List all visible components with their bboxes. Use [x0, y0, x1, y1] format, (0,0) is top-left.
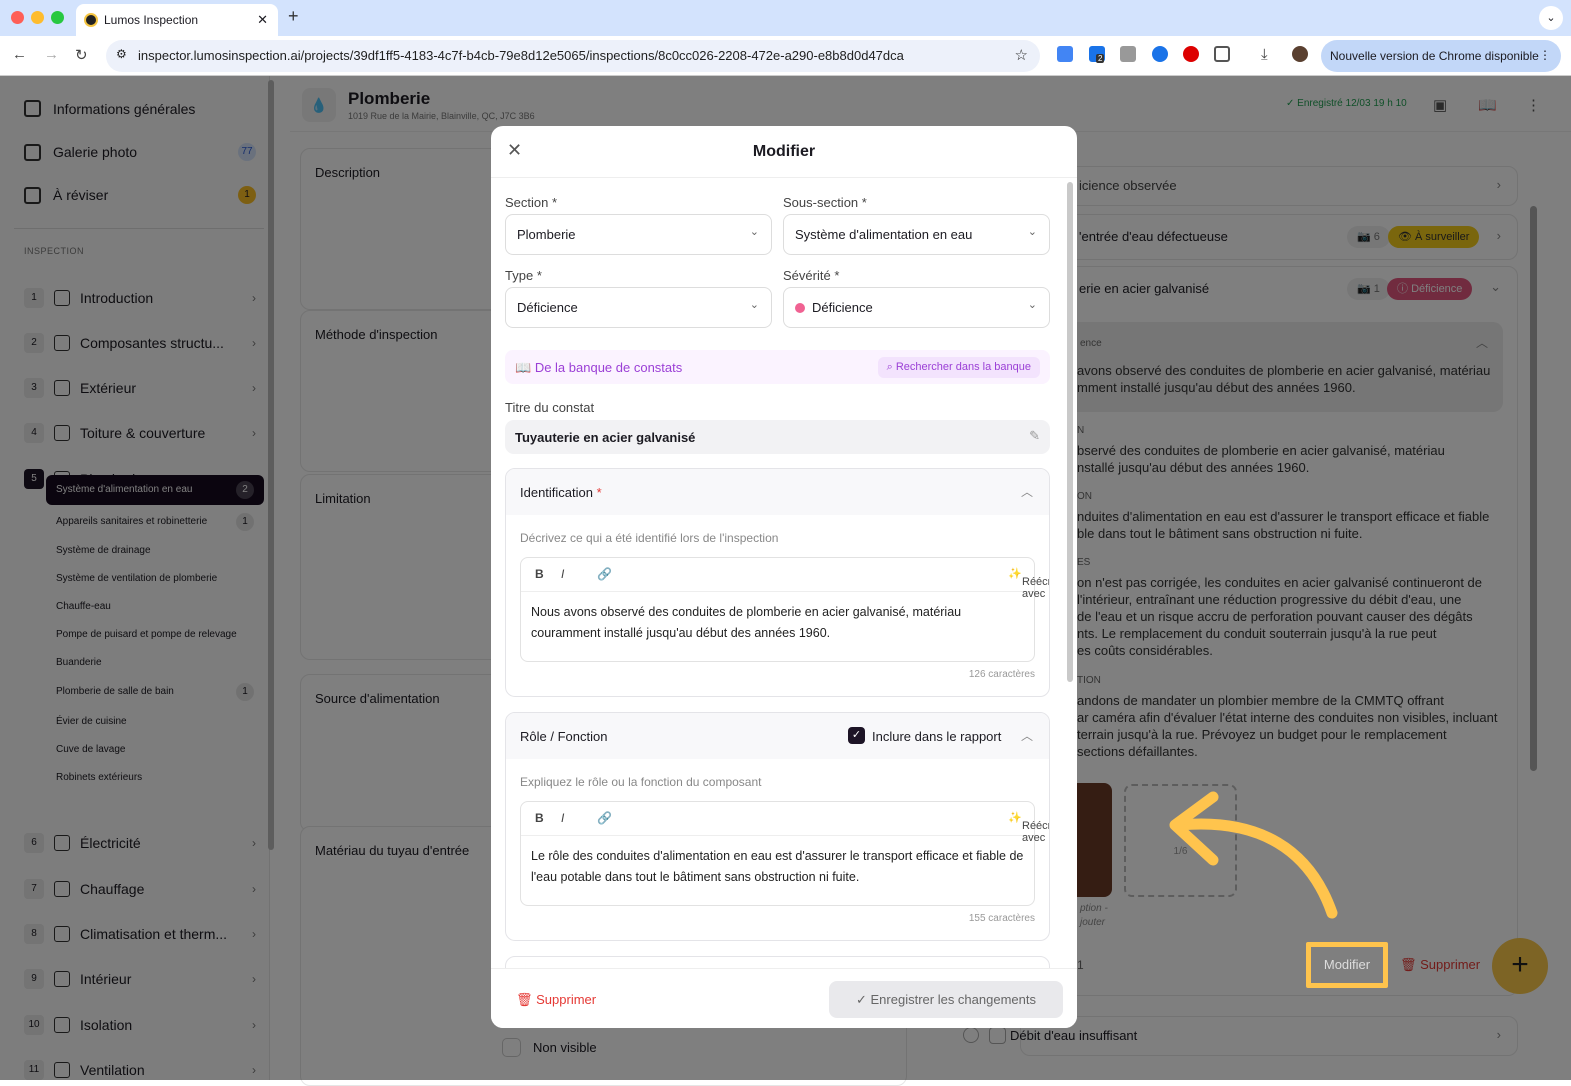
type-select[interactable]: Déficience ⌄	[505, 287, 772, 328]
value: Système d'alimentation en eau	[795, 227, 973, 242]
reload-icon[interactable]: ↻	[75, 46, 88, 64]
camera-extension-icon[interactable]	[1120, 46, 1136, 62]
modal-body: Section * Plomberie ⌄ Sous-section * Syst…	[491, 178, 1067, 968]
extension-badge: 2	[1096, 54, 1105, 63]
browser-toolbar: ← → ↻ ⚙ inspector.lumosinspection.ai/pro…	[0, 36, 1571, 76]
menu-kebab-icon[interactable]: ⋮	[1539, 48, 1551, 62]
hint: Décrivez ce qui a été identifié lors de …	[520, 531, 779, 545]
editor-toolbar: B I 🔗 ✨ Réécrire avec l'IA	[521, 802, 1049, 844]
extension-red-icon[interactable]	[1183, 46, 1199, 62]
url-text: inspector.lumosinspection.ai/projects/39…	[138, 48, 904, 63]
delete-button[interactable]: 🗑 Supprimer	[516, 992, 596, 1008]
title-label: Titre du constat	[505, 400, 595, 415]
add-button[interactable]: +	[1492, 938, 1548, 994]
severity-select[interactable]: Déficience ⌄	[783, 287, 1050, 328]
chevron-down-icon: ⌄	[1027, 299, 1037, 311]
findings-bank-bar: 📖 De la banque de constats ⌕ Rechercher …	[505, 350, 1050, 384]
severity-label: Sévérité *	[783, 268, 840, 283]
value: Déficience	[517, 300, 578, 315]
severity-dot-icon	[795, 303, 805, 313]
italic-icon[interactable]: I	[561, 567, 564, 581]
extension-icon[interactable]	[1057, 46, 1073, 62]
modal-title: Modifier	[752, 143, 816, 160]
include-report-checkbox[interactable]: ✓	[848, 727, 865, 744]
next-section	[505, 956, 1050, 968]
section-label: Section *	[505, 195, 558, 210]
link-icon[interactable]: 🔗	[597, 567, 612, 581]
editor-text[interactable]: Le rôle des conduites d'alimentation en …	[521, 836, 1034, 898]
bold-icon[interactable]: B	[535, 811, 544, 825]
subsection-select[interactable]: Système d'alimentation en eau ⌄	[783, 214, 1050, 255]
back-icon[interactable]: ←	[12, 46, 27, 63]
value: Tuyauterie en acier galvanisé	[515, 430, 696, 445]
link-icon[interactable]: 🔗	[597, 811, 612, 825]
section-select[interactable]: Plomberie ⌄	[505, 214, 772, 255]
section-title: Rôle / Fonction	[520, 729, 608, 744]
downloads-icon[interactable]: ⤓	[1261, 46, 1268, 63]
modal-scrollbar[interactable]	[1067, 182, 1073, 682]
extension-dot-icon[interactable]	[1152, 46, 1168, 62]
annotation-highlight-box	[1306, 942, 1388, 988]
lumos-favicon-icon	[84, 13, 98, 27]
role-section: Rôle / Fonction ✓ Inclure dans le rappor…	[505, 712, 1050, 941]
close-tab-icon[interactable]: ✕	[257, 12, 268, 28]
address-bar[interactable]: ⚙ inspector.lumosinspection.ai/projects/…	[106, 40, 1040, 72]
minimize-window-icon[interactable]	[31, 11, 44, 24]
search-bank-button[interactable]: ⌕ Rechercher dans la banque	[877, 357, 1040, 378]
identification-section: Identification * ︿ Décrivez ce qui a été …	[505, 468, 1050, 697]
chrome-update-button[interactable]: Nouvelle version de Chrome disponible ⋮	[1321, 40, 1561, 72]
italic-icon[interactable]: I	[561, 811, 564, 825]
extensions-puzzle-icon[interactable]	[1214, 46, 1230, 62]
title-input[interactable]: Tuyauterie en acier galvanisé ✎	[505, 420, 1050, 454]
close-window-icon[interactable]	[11, 11, 24, 24]
bookmark-star-icon[interactable]: ☆	[1015, 46, 1028, 64]
save-changes-button[interactable]: ✓ Enregistrer les changements	[829, 981, 1063, 1018]
char-count: 155 caractères	[968, 913, 1035, 924]
role-header[interactable]: Rôle / Fonction ✓ Inclure dans le rappor…	[506, 713, 1049, 759]
extension-badge-icon[interactable]: 2	[1089, 46, 1105, 63]
type-label: Type *	[505, 268, 542, 283]
bank-label[interactable]: 📖 De la banque de constats	[515, 360, 682, 376]
chevron-down-icon: ⌄	[749, 299, 759, 311]
identification-editor[interactable]: B I 🔗 ✨ Réécrire avec l'IA Nous avons ob…	[520, 557, 1049, 662]
subsection-label: Sous-section *	[783, 195, 867, 210]
annotation-arrow-icon	[1169, 791, 1338, 919]
chevron-up-icon[interactable]: ︿	[1021, 483, 1033, 500]
identification-header[interactable]: Identification * ︿	[506, 469, 1049, 515]
value: Plomberie	[517, 227, 576, 242]
modal-header: ✕ Modifier	[491, 126, 1077, 178]
browser-tab-strip: Lumos Inspection ✕ + ⌄	[0, 0, 1571, 36]
pencil-icon[interactable]: ✎	[1029, 428, 1040, 444]
tab-search-button[interactable]: ⌄	[1539, 6, 1563, 30]
rewrite-ai-button[interactable]: ✨ Réécrire avec l'IA	[1008, 567, 1049, 600]
section-title: Identification	[520, 485, 593, 500]
role-editor[interactable]: B I 🔗 ✨ Réécrire avec l'IA Le rôle des c…	[520, 801, 1049, 906]
chevron-down-icon: ⌄	[1027, 226, 1037, 238]
bold-icon[interactable]: B	[535, 567, 544, 581]
chevron-up-icon[interactable]: ︿	[1021, 727, 1033, 744]
editor-text[interactable]: Nous avons observé des conduites de plom…	[521, 592, 1034, 654]
value: Déficience	[812, 300, 873, 315]
modal-footer: 🗑 Supprimer ✓ Enregistrer les changement…	[491, 968, 1077, 1028]
forward-icon[interactable]: →	[44, 46, 59, 63]
update-label: Nouvelle version de Chrome disponible	[1330, 49, 1539, 63]
browser-tab[interactable]: Lumos Inspection ✕	[76, 4, 278, 36]
maximize-window-icon[interactable]	[51, 11, 64, 24]
profile-avatar[interactable]	[1292, 46, 1308, 62]
rewrite-ai-button[interactable]: ✨ Réécrire avec l'IA	[1008, 811, 1049, 844]
char-count: 126 caractères	[968, 669, 1035, 680]
new-tab-button[interactable]: +	[288, 6, 299, 27]
hint: Expliquez le rôle ou la fonction du comp…	[520, 775, 762, 789]
include-report-label: Inclure dans le rapport	[872, 729, 1002, 744]
editor-toolbar: B I 🔗 ✨ Réécrire avec l'IA	[521, 558, 1049, 600]
tab-title: Lumos Inspection	[104, 13, 199, 27]
chevron-down-icon: ⌄	[749, 226, 759, 238]
site-info-icon[interactable]: ⚙	[116, 47, 127, 61]
edit-modal: ✕ Modifier Section * Plomberie ⌄ Sous-sec…	[491, 126, 1077, 1028]
search-icon: ⌕	[886, 361, 893, 373]
